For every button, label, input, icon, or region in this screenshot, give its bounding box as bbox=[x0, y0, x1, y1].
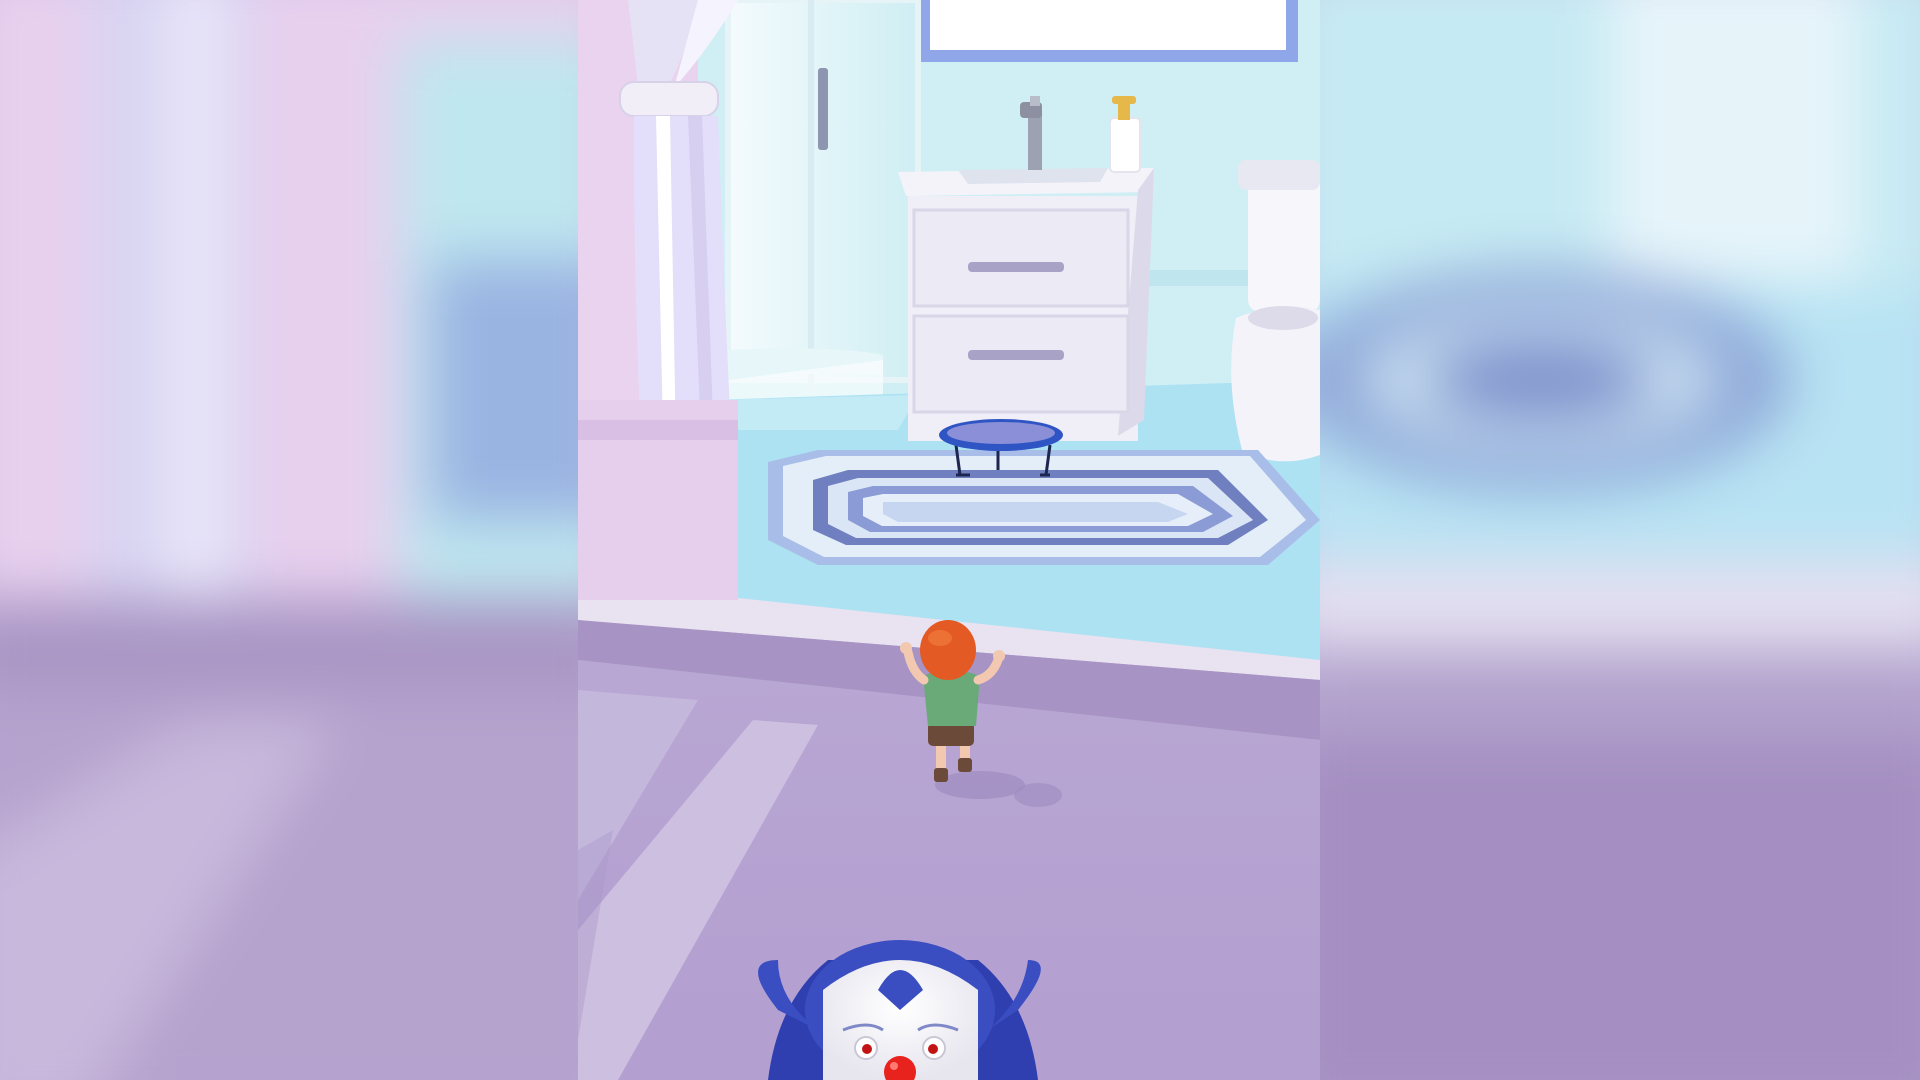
game-viewport[interactable] bbox=[578, 0, 1320, 1080]
right-blurred-backdrop bbox=[1320, 0, 1920, 1080]
striped-rug bbox=[768, 450, 1320, 565]
game-screen bbox=[0, 0, 1920, 1080]
left-blurred-backdrop bbox=[0, 0, 578, 1080]
sink-vanity bbox=[898, 168, 1154, 441]
mirror bbox=[918, 0, 1298, 62]
